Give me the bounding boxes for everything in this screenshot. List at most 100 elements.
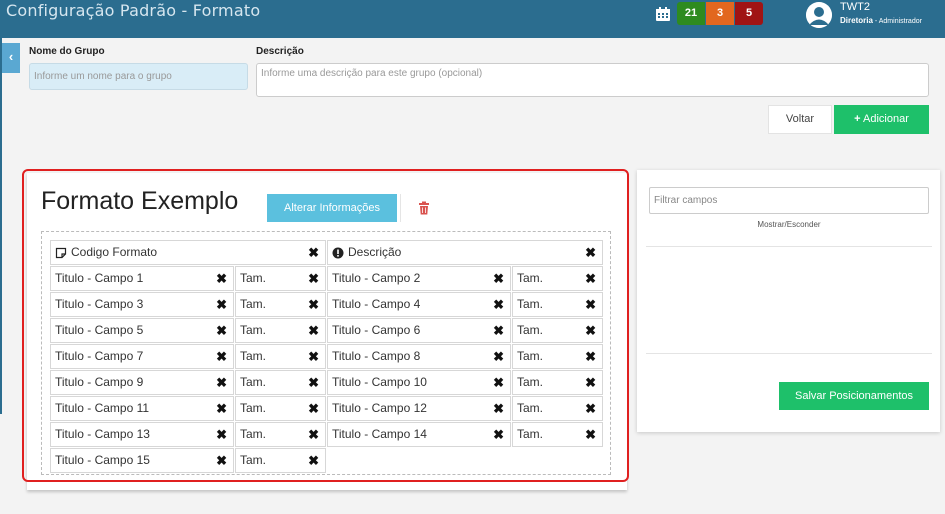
field-label: Titulo - Campo 4 <box>332 297 421 311</box>
field-cell[interactable]: Titulo - Campo 9 ✖ <box>50 370 234 395</box>
add-button[interactable]: + Adicionar <box>834 105 929 134</box>
save-positions-button[interactable]: Salvar Posicionamentos <box>779 382 929 410</box>
remove-field-icon[interactable]: ✖ <box>216 267 227 290</box>
remove-field-icon[interactable]: ✖ <box>493 397 504 420</box>
remove-field-icon[interactable]: ✖ <box>493 319 504 342</box>
field-cell[interactable]: Titulo - Campo 15 ✖ <box>50 448 234 473</box>
remove-field-icon[interactable]: ✖ <box>216 371 227 394</box>
field-cell[interactable]: Titulo - Campo 3 ✖ <box>50 292 234 317</box>
badge-red[interactable]: 5 <box>735 2 763 25</box>
remove-field-icon[interactable]: ✖ <box>493 371 504 394</box>
sidebar-toggle-button[interactable]: ‹ <box>2 43 20 73</box>
user-role-main: Diretoria <box>840 16 873 25</box>
size-cell[interactable]: Tam. ✖ <box>235 318 326 343</box>
size-cell[interactable]: Tam. ✖ <box>512 370 603 395</box>
size-label: Tam. <box>240 323 267 337</box>
calendar-icon[interactable] <box>655 6 671 22</box>
field-label: Titulo - Campo 15 <box>55 453 150 467</box>
remove-field-icon[interactable]: ✖ <box>308 241 319 264</box>
remove-size-icon[interactable]: ✖ <box>308 449 319 472</box>
remove-field-icon[interactable]: ✖ <box>216 319 227 342</box>
description-input[interactable] <box>256 63 929 97</box>
size-cell[interactable]: Tam. ✖ <box>235 448 326 473</box>
field-cell-descricao[interactable]: Descrição ✖ <box>327 240 603 265</box>
size-cell[interactable]: Tam. ✖ <box>512 422 603 447</box>
field-label: Titulo - Campo 3 <box>55 297 144 311</box>
size-cell[interactable]: Tam. ✖ <box>512 266 603 291</box>
remove-size-icon[interactable]: ✖ <box>308 319 319 342</box>
size-label: Tam. <box>240 375 267 389</box>
filter-fields-input[interactable] <box>649 187 929 214</box>
field-cell[interactable]: Titulo - Campo 13 ✖ <box>50 422 234 447</box>
field-label: Titulo - Campo 5 <box>55 323 144 337</box>
size-cell[interactable]: Tam. ✖ <box>235 422 326 447</box>
remove-size-icon[interactable]: ✖ <box>308 345 319 368</box>
field-cell-codigo-formato[interactable]: Codigo Formato ✖ <box>50 240 326 265</box>
avatar[interactable] <box>806 2 832 28</box>
remove-size-icon[interactable]: ✖ <box>585 267 596 290</box>
remove-size-icon[interactable]: ✖ <box>308 267 319 290</box>
field-label: Codigo Formato <box>71 245 158 259</box>
remove-field-icon[interactable]: ✖ <box>216 397 227 420</box>
remove-field-icon[interactable]: ✖ <box>493 267 504 290</box>
field-cell[interactable]: Titulo - Campo 8 ✖ <box>327 344 511 369</box>
field-cell[interactable]: Titulo - Campo 1 ✖ <box>50 266 234 291</box>
remove-field-icon[interactable]: ✖ <box>585 241 596 264</box>
divider <box>646 246 932 247</box>
divider <box>646 353 932 354</box>
remove-field-icon[interactable]: ✖ <box>216 423 227 446</box>
size-cell[interactable]: Tam. ✖ <box>235 292 326 317</box>
badge-green[interactable]: 21 <box>677 2 705 25</box>
remove-field-icon[interactable]: ✖ <box>216 293 227 316</box>
field-cell[interactable]: Titulo - Campo 11 ✖ <box>50 396 234 421</box>
field-cell[interactable]: Titulo - Campo 2 ✖ <box>327 266 511 291</box>
size-cell[interactable]: Tam. ✖ <box>512 318 603 343</box>
size-cell[interactable]: Tam. ✖ <box>512 396 603 421</box>
remove-size-icon[interactable]: ✖ <box>585 397 596 420</box>
group-name-input[interactable] <box>29 63 248 90</box>
field-cell[interactable]: Titulo - Campo 10 ✖ <box>327 370 511 395</box>
size-cell[interactable]: Tam. ✖ <box>235 396 326 421</box>
badge-orange[interactable]: 3 <box>706 2 734 25</box>
remove-size-icon[interactable]: ✖ <box>308 371 319 394</box>
remove-size-icon[interactable]: ✖ <box>308 397 319 420</box>
remove-size-icon[interactable]: ✖ <box>585 423 596 446</box>
remove-size-icon[interactable]: ✖ <box>585 345 596 368</box>
show-hide-toggle[interactable]: Mostrar/Esconder <box>649 220 929 229</box>
field-cell[interactable]: Titulo - Campo 12 ✖ <box>327 396 511 421</box>
trash-icon[interactable] <box>418 201 430 215</box>
edit-info-button[interactable]: Alterar Informações <box>267 194 397 222</box>
add-button-label: Adicionar <box>863 113 909 125</box>
top-bar: Configuração Padrão - Formato 21 3 5 TWT… <box>0 0 945 38</box>
field-cell[interactable]: Titulo - Campo 4 ✖ <box>327 292 511 317</box>
remove-size-icon[interactable]: ✖ <box>308 423 319 446</box>
size-cell[interactable]: Tam. ✖ <box>512 344 603 369</box>
remove-size-icon[interactable]: ✖ <box>585 319 596 342</box>
remove-field-icon[interactable]: ✖ <box>216 449 227 472</box>
field-label: Titulo - Campo 6 <box>332 323 421 337</box>
size-cell[interactable]: Tam. ✖ <box>235 344 326 369</box>
size-cell[interactable]: Tam. ✖ <box>512 292 603 317</box>
field-cell[interactable]: Titulo - Campo 7 ✖ <box>50 344 234 369</box>
field-label: Titulo - Campo 9 <box>55 375 144 389</box>
field-cell[interactable]: Titulo - Campo 5 ✖ <box>50 318 234 343</box>
remove-field-icon[interactable]: ✖ <box>216 345 227 368</box>
field-label: Descrição <box>348 245 402 259</box>
size-label: Tam. <box>240 427 267 441</box>
size-label: Tam. <box>240 349 267 363</box>
remove-field-icon[interactable]: ✖ <box>493 423 504 446</box>
field-label: Titulo - Campo 11 <box>55 401 150 415</box>
remove-field-icon[interactable]: ✖ <box>493 293 504 316</box>
user-name[interactable]: TWT2 <box>840 1 870 13</box>
remove-size-icon[interactable]: ✖ <box>585 371 596 394</box>
back-button[interactable]: Voltar <box>768 105 832 134</box>
field-cell[interactable]: Titulo - Campo 6 ✖ <box>327 318 511 343</box>
remove-size-icon[interactable]: ✖ <box>585 293 596 316</box>
user-role-sub: Administrador <box>878 18 922 25</box>
remove-size-icon[interactable]: ✖ <box>308 293 319 316</box>
field-cell[interactable]: Titulo - Campo 14 ✖ <box>327 422 511 447</box>
remove-field-icon[interactable]: ✖ <box>493 345 504 368</box>
size-cell[interactable]: Tam. ✖ <box>235 370 326 395</box>
size-cell[interactable]: Tam. ✖ <box>235 266 326 291</box>
chevron-left-icon: ‹ <box>8 49 14 64</box>
